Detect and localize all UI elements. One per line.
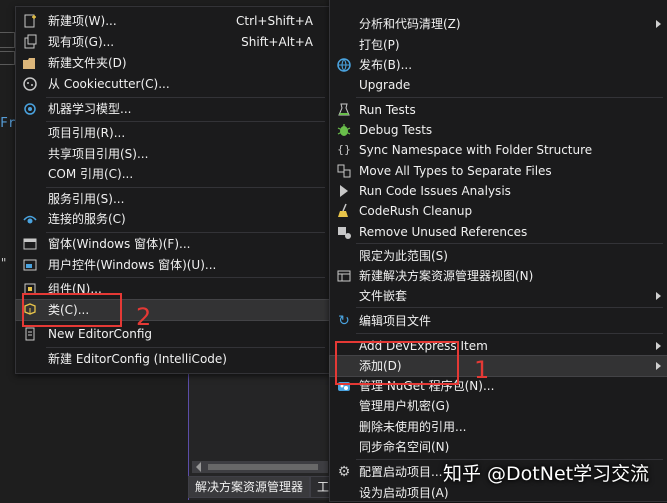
menu-item-code-issues[interactable]: Run Code Issues Analysis bbox=[330, 181, 667, 201]
menu-item-user-control[interactable]: 用户控件(Windows 窗体)(U)... bbox=[16, 255, 329, 275]
menu-item-sync-namespaces[interactable]: 同步命名空间(N) bbox=[330, 437, 667, 457]
menu-item-coderush-cleanup[interactable]: CodeRush Cleanup bbox=[330, 201, 667, 221]
menu-item-ml-model[interactable]: 机器学习模型... bbox=[16, 99, 329, 119]
menu-item-new-editorconfig[interactable]: New EditorConfig bbox=[16, 324, 329, 344]
user-control-icon bbox=[22, 257, 38, 273]
tab-solution-explorer[interactable]: 解决方案资源管理器 bbox=[188, 476, 311, 498]
ml-model-icon bbox=[22, 101, 38, 117]
menu-separator bbox=[356, 97, 663, 98]
menu-separator bbox=[46, 347, 325, 348]
menu-separator bbox=[46, 97, 325, 98]
new-item-icon bbox=[22, 13, 38, 29]
annotation-box-add bbox=[335, 341, 459, 385]
menu-item-shared-project-reference[interactable]: 共享项目引用(S)... bbox=[16, 144, 329, 164]
cookiecutter-icon bbox=[22, 76, 38, 92]
toolbar-field[interactable] bbox=[0, 51, 15, 65]
connected-service-icon bbox=[22, 211, 38, 227]
menu-item-windows-form[interactable]: 窗体(Windows 窗体)(F)... bbox=[16, 234, 329, 254]
menu-item-debug-tests[interactable]: Debug Tests bbox=[330, 120, 667, 140]
menu-item-new-explorer-view[interactable]: 新建解决方案资源管理器视图(N) bbox=[330, 266, 667, 286]
edit-project-icon: ↻ bbox=[338, 313, 350, 329]
panel-tabs: 解决方案资源管理器 工具 bbox=[188, 476, 349, 498]
form-icon bbox=[22, 236, 38, 252]
menu-item-upgrade[interactable]: Upgrade bbox=[330, 75, 667, 95]
menu-item-new-item[interactable]: 新建项(W)... Ctrl+Shift+A bbox=[16, 11, 329, 31]
code-fragment: Fr bbox=[0, 116, 16, 131]
annotation-box-class bbox=[22, 293, 122, 327]
menu-item-connected-service[interactable]: 连接的服务(C) bbox=[16, 209, 329, 229]
menu-item-existing-item[interactable]: 现有项(G)... Shift+Alt+A bbox=[16, 32, 329, 52]
menu-item-manage-user-secrets[interactable]: 管理用户机密(G) bbox=[330, 396, 667, 416]
menu-separator bbox=[356, 307, 663, 308]
menu-item-analyze-cleanup[interactable]: 分析和代码清理(Z) bbox=[330, 14, 667, 34]
menu-item-run-tests[interactable]: Run Tests bbox=[330, 100, 667, 120]
publish-icon bbox=[336, 57, 352, 73]
menu-item-remove-unused-references[interactable]: Remove Unused References bbox=[330, 222, 667, 242]
menu-item-new-folder[interactable]: 新建文件夹(D) bbox=[16, 53, 329, 73]
menu-separator bbox=[46, 121, 325, 122]
annotation-number-1: 1 bbox=[474, 356, 490, 384]
menu-separator bbox=[356, 333, 663, 334]
menu-item-set-startup[interactable]: 设为启动项目(A) bbox=[330, 483, 667, 503]
menu-separator bbox=[46, 187, 325, 188]
menu-item-sync-namespace[interactable]: {} Sync Namespace with Folder Structure bbox=[330, 140, 667, 160]
code-issues-icon bbox=[336, 183, 352, 199]
menu-item-remove-unused-refs-cn[interactable]: 删除未使用的引用... bbox=[330, 417, 667, 437]
submenu-arrow-icon bbox=[656, 20, 661, 28]
watermark: 知乎 @DotNet学习交流 bbox=[443, 463, 650, 485]
menu-item-move-types[interactable]: Move All Types to Separate Files bbox=[330, 161, 667, 181]
existing-item-icon bbox=[22, 34, 38, 50]
submenu-arrow-icon bbox=[656, 362, 661, 370]
gear-icon: ⚙ bbox=[337, 464, 351, 480]
menu-item-publish[interactable]: 发布(B)... bbox=[330, 55, 667, 75]
editorconfig-icon bbox=[22, 326, 38, 342]
menu-item-com-reference[interactable]: COM 引用(C)... bbox=[16, 164, 329, 184]
sync-namespace-icon: {} bbox=[337, 143, 351, 156]
menu-item-new-editorconfig-intellicode[interactable]: 新建 EditorConfig (IntelliCode) bbox=[16, 349, 329, 369]
menu-item-file-nesting[interactable]: 文件嵌套 bbox=[330, 286, 667, 306]
toolbar-field[interactable] bbox=[0, 32, 15, 48]
scroll-left-icon[interactable] bbox=[196, 462, 201, 472]
menu-item-edit-project-file[interactable]: ↻ 编辑项目文件 bbox=[330, 311, 667, 331]
menu-item-pack[interactable]: 打包(P) bbox=[330, 35, 667, 55]
horizontal-scrollbar[interactable] bbox=[192, 461, 328, 473]
menu-item-scope-to-this[interactable]: 限定为此范围(S) bbox=[330, 246, 667, 266]
menu-separator bbox=[46, 232, 325, 233]
remove-references-icon bbox=[336, 224, 352, 240]
run-tests-icon bbox=[336, 102, 352, 118]
menu-item-service-reference[interactable]: 服务引用(S)... bbox=[16, 189, 329, 209]
new-folder-icon bbox=[22, 55, 38, 71]
menu-item-cookiecutter[interactable]: 从 Cookiecutter(C)... bbox=[16, 74, 329, 94]
scrollbar-thumb[interactable] bbox=[208, 464, 318, 470]
debug-tests-icon bbox=[336, 122, 352, 138]
move-types-icon bbox=[336, 163, 352, 179]
submenu-arrow-icon bbox=[656, 342, 661, 350]
annotation-number-2: 2 bbox=[136, 303, 152, 331]
new-view-icon bbox=[336, 268, 352, 284]
submenu-arrow-icon bbox=[656, 292, 661, 300]
code-fragment: " bbox=[0, 256, 8, 270]
project-context-menu: 分析和代码清理(Z) 打包(P) 发布(B)... Upgrade Run Te… bbox=[329, 0, 667, 502]
cleanup-icon bbox=[336, 203, 352, 219]
menu-separator bbox=[46, 277, 325, 278]
menu-item-project-reference[interactable]: 项目引用(R)... bbox=[16, 123, 329, 143]
menu-separator bbox=[356, 243, 663, 244]
